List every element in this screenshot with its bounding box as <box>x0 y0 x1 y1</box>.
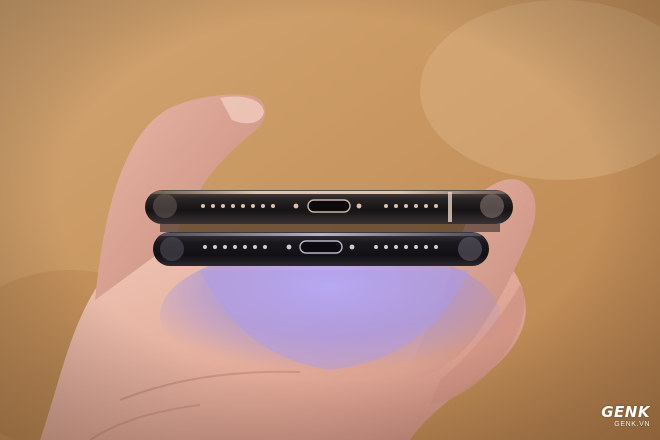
watermark-domain: GENK.VN <box>614 421 650 428</box>
watermark-brand: GENK <box>601 403 650 421</box>
photo-illustration <box>0 0 660 440</box>
photo-scene: GENK GENK.VN <box>0 0 660 440</box>
watermark: GENK GENK.VN <box>564 404 650 432</box>
